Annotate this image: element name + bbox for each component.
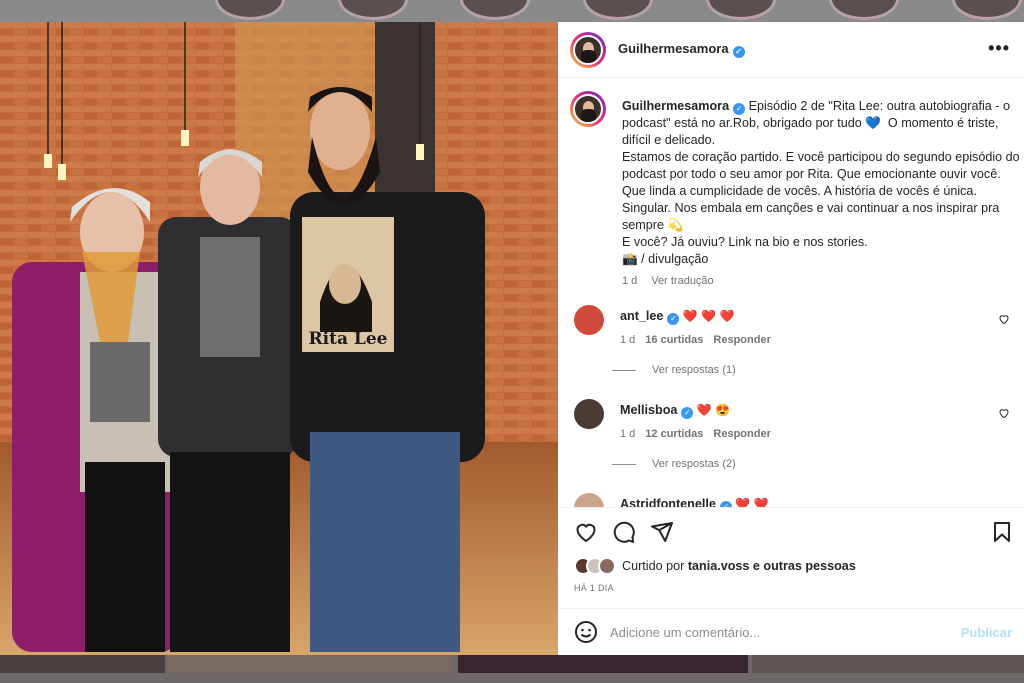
comment-text: ❤️ ❤️ (735, 497, 769, 507)
post-timestamp: HÁ 1 DIA (574, 583, 614, 593)
others-link[interactable]: e outras pessoas (749, 559, 856, 573)
commenter-username[interactable]: ant_lee (620, 309, 663, 323)
commenter-avatar[interactable] (574, 305, 604, 335)
story-avatar (829, 0, 899, 20)
comment-time: 1 d (620, 334, 636, 346)
add-comment-bar: Publicar (558, 608, 1024, 655)
author-username[interactable]: Guilhermesamora ✓ (618, 41, 745, 58)
comment-time: 1 d (620, 428, 636, 440)
comment-likes[interactable]: 12 curtidas (645, 428, 703, 440)
shirt-print-text: Rita Lee (309, 329, 388, 349)
comment-input[interactable] (610, 624, 950, 640)
comment-bubble-icon[interactable] (612, 520, 636, 544)
post-detail-panel: Guilhermesamora ✓ ••• Guilhermesamora ✓ Ep… (558, 22, 1024, 655)
commenter-avatar[interactable] (574, 399, 604, 429)
like-heart-icon[interactable] (574, 520, 598, 544)
verified-badge-icon: ✓ (733, 103, 746, 115)
story-avatar (583, 0, 653, 20)
comment-likes[interactable]: 16 curtidas (645, 334, 703, 346)
liker-username[interactable]: tania.voss (688, 559, 750, 573)
story-avatar (952, 0, 1022, 20)
story-avatar (215, 0, 285, 20)
post-photo[interactable]: Rita Lee (0, 22, 558, 655)
verified-badge-icon: ✓ (681, 407, 694, 419)
background-feed-bottom (0, 655, 1024, 683)
comments-scroll-area[interactable]: Guilhermesamora ✓ Episódio 2 de "Rita Lee… (558, 79, 1024, 507)
save-bookmark-icon[interactable] (990, 520, 1014, 544)
author-avatar[interactable] (570, 31, 606, 68)
liker-avatar[interactable] (598, 557, 616, 575)
caption-text: Guilhermesamora ✓ Episódio 2 de "Rita Lee… (622, 98, 1022, 290)
comment-text: ❤️ 😍 (696, 403, 731, 417)
view-replies[interactable]: Ver respostas (2) (612, 458, 736, 470)
post-actions-bar (558, 507, 1024, 555)
like-comment-heart-icon[interactable] (998, 313, 1010, 325)
comment-text: ❤️ ❤️ ❤️ (682, 309, 735, 323)
commenter-username[interactable]: Mellisboa (620, 403, 677, 417)
background-feed-top (0, 0, 1024, 22)
publish-button[interactable]: Publicar (961, 625, 1012, 640)
caption-body: Episódio 2 de "Rita Lee: outra autobiogr… (622, 99, 1020, 266)
share-send-icon[interactable] (650, 520, 674, 544)
liked-by: Curtido por tania.voss e outras pessoas (574, 557, 856, 575)
view-replies[interactable]: Ver respostas (1) (612, 364, 736, 376)
commenter-username[interactable]: Astridfontenelle (620, 497, 716, 507)
story-avatar (706, 0, 776, 20)
emoji-smile-icon[interactable] (574, 620, 598, 644)
caption-time: 1 d (622, 275, 638, 287)
story-avatar (338, 0, 408, 20)
reply-button[interactable]: Responder (713, 334, 770, 346)
commenter-avatar[interactable] (574, 493, 604, 507)
caption-username[interactable]: Guilhermesamora (622, 99, 729, 113)
see-translation-link[interactable]: Ver tradução (651, 275, 713, 287)
story-avatar (460, 0, 530, 20)
caption-author-avatar[interactable] (570, 91, 606, 127)
more-options-icon[interactable]: ••• (988, 38, 1010, 59)
reply-button[interactable]: Responder (713, 428, 770, 440)
post-header: Guilhermesamora ✓ ••• (558, 22, 1024, 78)
like-comment-heart-icon[interactable] (998, 407, 1010, 419)
verified-badge-icon: ✓ (667, 313, 680, 325)
verified-badge-icon: ✓ (732, 46, 745, 58)
